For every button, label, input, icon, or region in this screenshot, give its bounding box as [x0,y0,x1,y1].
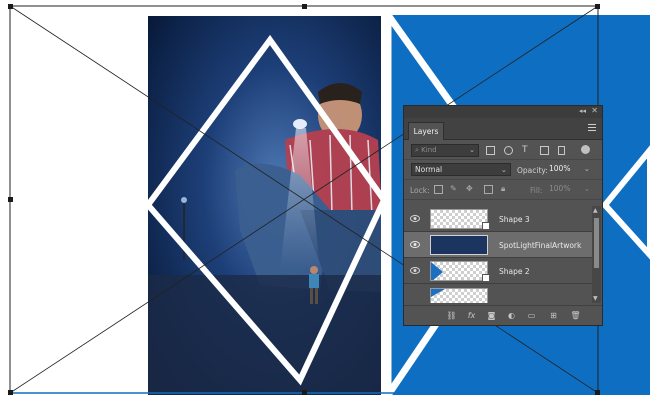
chevron-down-icon: ⌄ [500,165,507,174]
panel-tab-row: Layers [404,118,602,140]
shape-preview [431,289,445,297]
scroll-down-icon[interactable]: ▼ [593,295,598,302]
transform-handle-top-right[interactable] [595,4,600,9]
layers-panel: ◂◂ ✕ Layers ⌕ Kind ⌄ T Normal ⌄ Opacity:… [403,105,603,326]
transform-handle-bottom-right[interactable] [595,390,600,395]
smart-object-filter-icon[interactable] [558,146,565,155]
layer-thumbnail [430,235,488,255]
lock-artboard-icon[interactable] [484,185,493,194]
transform-handle-bottom-left[interactable] [8,390,13,395]
vector-mask-icon [482,274,490,282]
eye-icon[interactable] [410,215,420,222]
shape-preview [431,262,443,280]
fill-label: Fill: [530,186,543,195]
layer-list: Shape 3 SpotLightFinalArtwork Shape 2 [404,206,602,303]
transform-handle-top-left[interactable] [8,4,13,9]
type-filter-icon[interactable]: T [522,146,531,155]
opacity-input[interactable]: 100% ⌄ [547,163,593,176]
layer-row-partial[interactable] [404,284,592,303]
eye-icon[interactable] [410,267,420,274]
transform-handle-top-center[interactable] [302,4,307,9]
layer-thumbnail [430,209,488,229]
transform-handle-middle-left[interactable] [8,197,13,202]
panel-title-bar[interactable]: ◂◂ ✕ [404,106,602,118]
filter-toggle-icon[interactable] [581,145,590,154]
chevron-down-icon: ⌄ [583,184,590,193]
layer-name: Shape 2 [499,267,530,276]
lock-label: Lock: [410,186,430,195]
collapse-icon[interactable]: ◂◂ [579,107,586,115]
link-icon[interactable]: ⛓ [446,311,457,321]
scroll-thumb[interactable] [594,218,599,268]
scroll-up-icon[interactable]: ▲ [593,207,598,214]
blend-row: Normal ⌄ Opacity: 100% ⌄ [404,160,602,180]
pixel-filter-icon[interactable] [486,146,495,155]
vector-mask-icon [482,222,490,230]
panel-footer: ⛓ fx ◙ ◐ ▭ ⊞ 🗑︎ [404,305,602,325]
layer-row-shape-3[interactable]: Shape 3 [404,206,592,232]
lock-all-icon[interactable]: 🔒︎ [501,185,510,194]
close-icon[interactable]: ✕ [591,106,598,115]
lock-transparent-icon[interactable] [434,185,443,194]
lock-brush-icon[interactable]: ✎ [450,185,459,194]
layer-thumbnail [430,288,488,303]
tab-layers[interactable]: Layers [408,122,444,140]
chevron-down-icon: ⌄ [583,164,590,173]
filter-kind-label: Kind [421,146,437,154]
folder-icon[interactable]: ▭ [526,311,537,321]
lock-row: Lock: ✎ ✥ 🔒︎ Fill: 100% ⌄ [404,180,602,200]
fill-value: 100% [549,184,571,193]
panel-menu-icon[interactable] [588,124,596,131]
transform-handle-bottom-center[interactable] [302,390,307,395]
new-layer-icon[interactable]: ⊞ [548,311,559,321]
chevron-down-icon: ⌄ [469,146,475,154]
fx-icon[interactable]: fx [466,311,477,321]
fill-input[interactable]: 100% ⌄ [547,183,593,196]
blend-mode-select[interactable]: Normal ⌄ [411,163,511,176]
layer-thumbnail [430,261,488,281]
shape-filter-icon[interactable] [540,146,549,155]
eye-icon[interactable] [410,241,420,248]
layer-row-spotlight[interactable]: SpotLightFinalArtwork [404,232,592,258]
filter-kind-select[interactable]: ⌕ Kind ⌄ [411,144,479,157]
lock-position-icon[interactable]: ✥ [466,185,475,194]
blend-mode-value: Normal [415,165,443,174]
adjustment-icon[interactable]: ◐ [506,311,517,321]
opacity-value: 100% [549,164,571,173]
trash-icon[interactable]: 🗑︎ [570,311,581,321]
filter-row: ⌕ Kind ⌄ T [404,140,602,160]
layer-name: SpotLightFinalArtwork [499,241,582,250]
opacity-label: Opacity: [517,166,548,175]
layer-list-scrollbar[interactable]: ▲ ▼ [592,206,601,303]
adjustment-filter-icon[interactable] [504,146,513,155]
mask-icon[interactable]: ◙ [486,311,497,321]
layer-row-shape-2[interactable]: Shape 2 [404,258,592,284]
layer-name: Shape 3 [499,215,530,224]
